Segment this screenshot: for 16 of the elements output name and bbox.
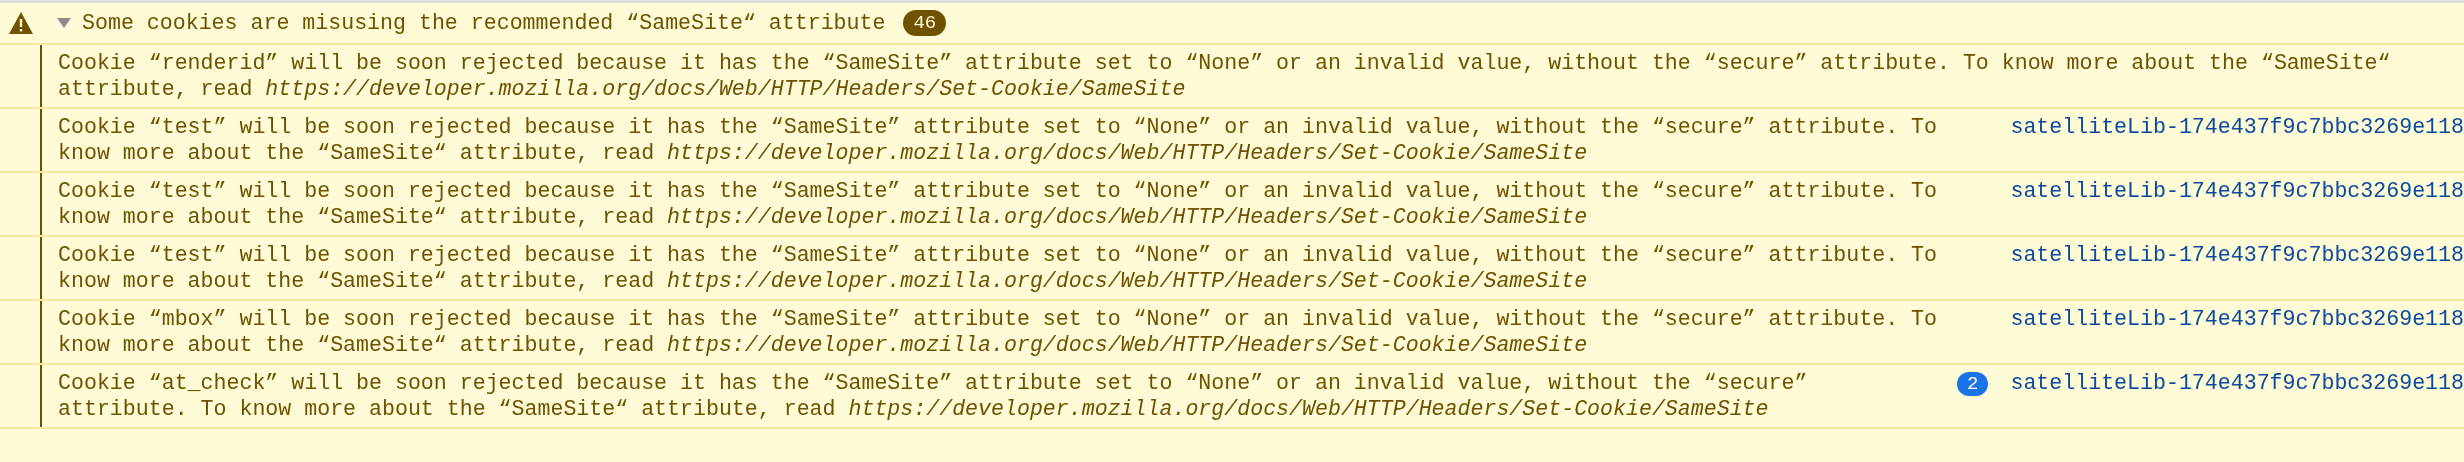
console-message: Cookie “test” will be soon rejected because it has the “SameSite” attribute set to “None” or an invalid value, without the “secure” attribute. To know more about the “SameSite“ attribute, read https://developer.mozilla.org/docs/Web/HTTP/Headers/Set-Cookie/SameSite <box>57 178 1938 231</box>
source-link[interactable]: satelliteLib-174e437f9c7bbc3269e118 <box>2010 114 2464 140</box>
source-link[interactable]: satelliteLib-174e437f9c7bbc3269e118 <box>2010 178 2464 204</box>
warning-icon <box>8 11 34 35</box>
console-message: Cookie “renderid” will be soon rejected because it has the “SameSite” attribute set to “None” or an invalid value, without the “secure” attribute. To know more about the “SameSite“ attribute, read https://developer.mozilla.org/docs/Web/HTTP/Headers/Set-Cookie/SameSite <box>57 50 2392 103</box>
source-link[interactable]: satelliteLib-174e437f9c7bbc3269e118 <box>2010 306 2464 332</box>
source-link[interactable]: satelliteLib-174e437f9c7bbc3269e118 <box>2010 370 2464 396</box>
group-title: Some cookies are misusing the recommended “SameSite“ attribute <box>82 11 886 35</box>
message-count: 46 <box>903 10 947 36</box>
console-message: Cookie “at_check” will be soon rejected because it has the “SameSite” attribute set to “None” or an invalid value, without the “secure” attribute. To know more about the “SameSite“ attribute, read https://developer.mozilla.org/docs/Web/HTTP/Headers/Set-Cookie/SameSite <box>57 370 1809 423</box>
repeat-count: 2 <box>1957 372 1989 396</box>
console-message: Cookie “test” will be soon rejected because it has the “SameSite” attribute set to “None” or an invalid value, without the “secure” attribute. To know more about the “SameSite“ attribute, read https://developer.mozilla.org/docs/Web/HTTP/Headers/Set-Cookie/SameSite <box>57 114 1938 167</box>
console-message: Cookie “mbox” will be soon rejected because it has the “SameSite” attribute set to “None” or an invalid value, without the “secure” attribute. To know more about the “SameSite“ attribute, read https://developer.mozilla.org/docs/Web/HTTP/Headers/Set-Cookie/SameSite <box>57 306 1938 359</box>
console-message: Cookie “test” will be soon rejected because it has the “SameSite” attribute set to “None” or an invalid value, without the “secure” attribute. To know more about the “SameSite“ attribute, read https://developer.mozilla.org/docs/Web/HTTP/Headers/Set-Cookie/SameSite <box>57 242 1938 295</box>
caret-icon[interactable] <box>56 17 72 29</box>
source-link[interactable]: satelliteLib-174e437f9c7bbc3269e118 <box>2010 242 2464 268</box>
